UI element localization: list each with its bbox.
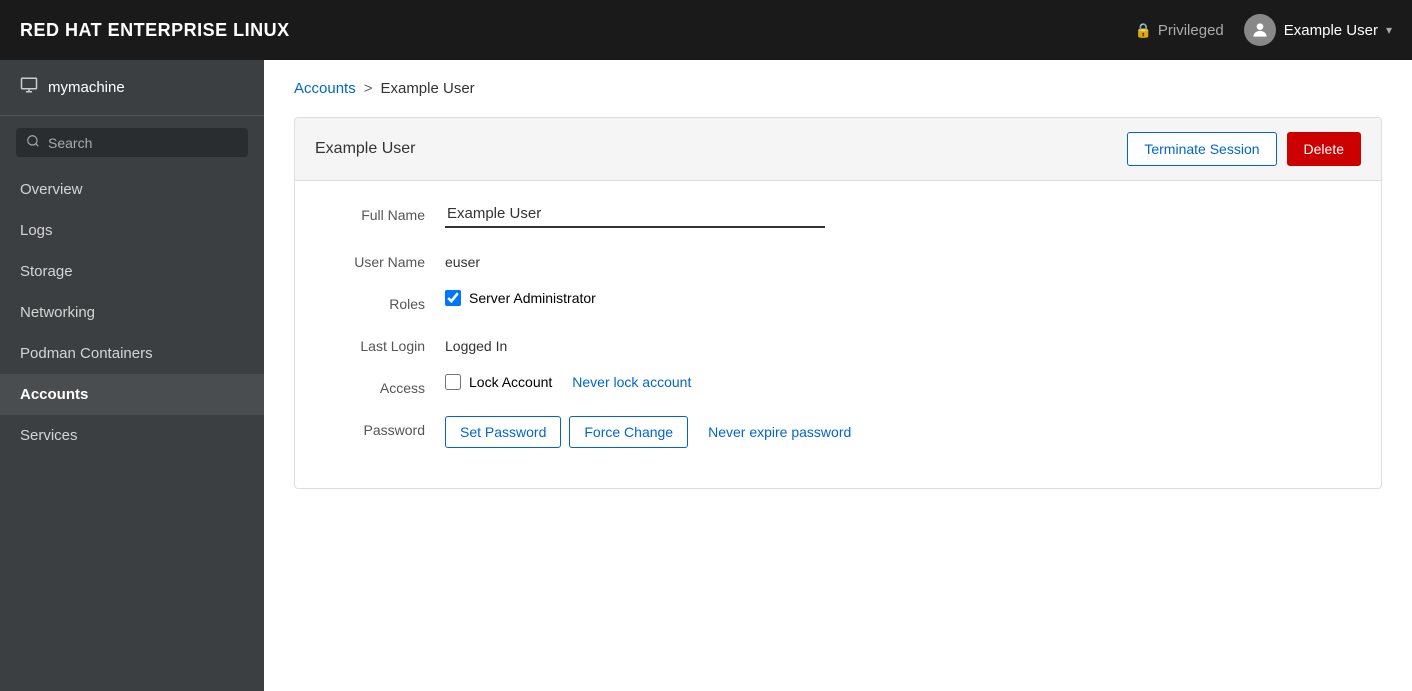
username-value: euser [445,248,480,270]
access-row: Access Lock Account Never lock account [325,374,1351,396]
sidebar-item-logs[interactable]: Logs [0,210,264,251]
breadcrumb: Accounts > Example User [294,80,1382,97]
roles-checkbox-row: Server Administrator [445,290,596,306]
lock-account-checkbox[interactable] [445,374,461,390]
never-expire-link[interactable]: Never expire password [708,424,851,440]
never-lock-link[interactable]: Never lock account [572,374,691,390]
main-layout: mymachine Overview Logs Storage Networki… [0,60,1412,691]
lastlogin-value: Logged In [445,332,507,354]
lock-account-label: Lock Account [469,374,552,390]
access-label: Access [325,374,425,396]
sidebar-item-overview[interactable]: Overview [0,169,264,210]
sidebar-item-podman[interactable]: Podman Containers [0,333,264,374]
user-card: Example User Terminate Session Delete Fu… [294,117,1382,489]
password-label: Password [325,416,425,438]
app-title: RED HAT ENTERPRISE LINUX [20,20,290,41]
password-row: Password Set Password Force Change Never… [325,416,1351,448]
roles-checkbox-label: Server Administrator [469,290,596,306]
user-name-label: Example User [1284,22,1378,39]
card-body: Full Name User Name euser Roles Server A… [295,181,1381,488]
card-title: Example User [315,140,415,158]
card-actions: Terminate Session Delete [1127,132,1361,166]
terminate-session-button[interactable]: Terminate Session [1127,132,1276,166]
access-action-row: Lock Account Never lock account [445,374,691,390]
sidebar-item-storage[interactable]: Storage [0,251,264,292]
server-icon [20,76,38,99]
breadcrumb-separator: > [364,80,373,97]
topbar-right: 🔒 Privileged Example User ▾ [1134,14,1392,46]
search-input[interactable] [48,135,238,151]
lastlogin-label: Last Login [325,332,425,354]
fullname-label: Full Name [325,201,425,223]
fullname-input[interactable] [445,201,825,228]
lock-icon: 🔒 [1134,22,1151,39]
machine-name: mymachine [48,79,125,96]
search-wrapper [16,128,248,157]
roles-label: Roles [325,290,425,312]
sidebar-item-accounts[interactable]: Accounts [0,374,264,415]
privileged-section: 🔒 Privileged [1134,22,1223,39]
breadcrumb-current: Example User [380,80,474,97]
user-menu[interactable]: Example User ▾ [1244,14,1392,46]
username-row: User Name euser [325,248,1351,270]
privileged-label: Privileged [1158,22,1224,39]
content-area: Accounts > Example User Example User Ter… [264,60,1412,691]
lock-account-row: Lock Account [445,374,552,390]
sidebar-item-services[interactable]: Services [0,415,264,456]
password-btn-group: Set Password Force Change [445,416,688,448]
roles-checkbox[interactable] [445,290,461,306]
chevron-down-icon: ▾ [1386,23,1392,37]
breadcrumb-accounts-link[interactable]: Accounts [294,80,356,97]
lastlogin-row: Last Login Logged In [325,332,1351,354]
roles-row: Roles Server Administrator [325,290,1351,312]
machine-header: mymachine [0,60,264,116]
avatar [1244,14,1276,46]
search-icon [26,134,40,151]
sidebar-nav: Overview Logs Storage Networking Podman … [0,169,264,456]
set-password-button[interactable]: Set Password [445,416,561,448]
topbar: RED HAT ENTERPRISE LINUX 🔒 Privileged Ex… [0,0,1412,60]
username-label: User Name [325,248,425,270]
sidebar-item-networking[interactable]: Networking [0,292,264,333]
fullname-row: Full Name [325,201,1351,228]
password-action-row: Set Password Force Change Never expire p… [445,416,851,448]
delete-button[interactable]: Delete [1287,132,1361,166]
force-change-button[interactable]: Force Change [569,416,688,448]
search-container [0,116,264,169]
card-header: Example User Terminate Session Delete [295,118,1381,181]
sidebar: mymachine Overview Logs Storage Networki… [0,60,264,691]
